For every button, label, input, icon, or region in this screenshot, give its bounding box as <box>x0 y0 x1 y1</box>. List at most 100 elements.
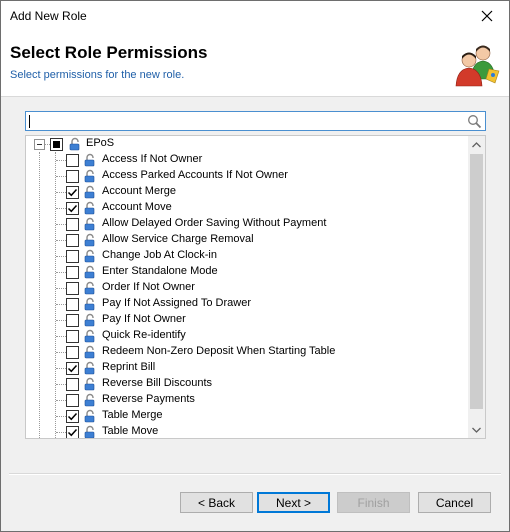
tree-connector <box>56 336 66 337</box>
chevron-up-icon <box>472 141 481 147</box>
permission-checkbox[interactable] <box>66 410 79 423</box>
tree-connector <box>56 288 66 289</box>
permission-checkbox[interactable] <box>66 186 79 199</box>
permission-item[interactable]: Pay If Not Assigned To Drawer <box>56 296 466 312</box>
next-button[interactable]: Next > <box>257 492 330 513</box>
collapse-icon[interactable] <box>34 139 45 150</box>
permission-item[interactable]: Table Merge <box>56 408 466 424</box>
permission-item[interactable]: Redeem Non-Zero Deposit When Starting Ta… <box>56 344 466 360</box>
tree-connector <box>56 400 66 401</box>
lock-icon <box>84 153 95 167</box>
permission-label: Reverse Payments <box>102 393 195 405</box>
permission-item[interactable]: Reverse Bill Discounts <box>56 376 466 392</box>
checkmark-icon <box>67 204 78 213</box>
permission-item[interactable]: Allow Service Charge Removal <box>56 232 466 248</box>
page-subtitle: Select permissions for the new role. <box>10 69 185 81</box>
permission-label: Table Merge <box>102 409 163 421</box>
tree-connector <box>56 416 66 417</box>
permission-search-input[interactable] <box>25 111 486 131</box>
permission-checkbox[interactable] <box>66 266 79 279</box>
permission-item[interactable]: Table Move <box>56 424 466 438</box>
tree-connector <box>56 224 66 225</box>
tree-connector <box>56 176 66 177</box>
permission-checkbox[interactable] <box>66 202 79 215</box>
close-icon <box>481 10 493 22</box>
permission-tree-body: EPoS Access If Not Owner Access Parked Ac… <box>26 136 469 438</box>
permission-item[interactable]: Enter Standalone Mode <box>56 264 466 280</box>
tree-connector <box>56 304 66 305</box>
lock-icon <box>84 377 95 391</box>
permission-checkbox[interactable] <box>66 314 79 327</box>
permission-checkbox[interactable] <box>66 426 79 438</box>
permission-checkbox[interactable] <box>66 234 79 247</box>
tree-connector <box>56 192 66 193</box>
checkmark-icon <box>67 412 78 421</box>
permission-checkbox[interactable] <box>66 250 79 263</box>
tree-connector <box>56 432 66 433</box>
users-role-icon <box>455 45 500 87</box>
permission-label: Access Parked Accounts If Not Owner <box>102 169 288 181</box>
back-button[interactable]: < Back <box>180 492 253 513</box>
tree-root-label: EPoS <box>86 137 115 149</box>
permission-checkbox[interactable] <box>66 298 79 311</box>
tree-connector <box>56 384 66 385</box>
finish-button[interactable]: Finish <box>337 492 410 513</box>
tree-scrollbar[interactable] <box>468 136 485 438</box>
scroll-down-button[interactable] <box>468 421 485 438</box>
permission-item[interactable]: Access If Not Owner <box>56 152 466 168</box>
permission-item[interactable]: Order If Not Owner <box>56 280 466 296</box>
root-checkbox[interactable] <box>50 138 63 151</box>
tree-root-epos[interactable]: EPoS <box>26 136 466 152</box>
permission-checkbox[interactable] <box>66 154 79 167</box>
scroll-thumb[interactable] <box>470 154 483 409</box>
tree-connector <box>39 152 40 438</box>
lock-icon <box>84 185 95 199</box>
permission-item[interactable]: Account Move <box>56 200 466 216</box>
permission-item[interactable]: Change Job At Clock-in <box>56 248 466 264</box>
page-title: Select Role Permissions <box>10 43 208 62</box>
close-button[interactable] <box>465 1 509 31</box>
lock-icon <box>84 297 95 311</box>
permission-item[interactable]: Account Merge <box>56 184 466 200</box>
permission-label: Change Job At Clock-in <box>102 249 217 261</box>
search-icon <box>468 115 482 129</box>
tree-connector <box>56 160 66 161</box>
lock-icon <box>84 329 95 343</box>
scroll-up-button[interactable] <box>468 136 485 153</box>
permission-checkbox[interactable] <box>66 218 79 231</box>
permission-item[interactable]: Quick Re-identify <box>56 328 466 344</box>
permission-checkbox[interactable] <box>66 170 79 183</box>
footer-divider <box>9 473 501 475</box>
permission-label: Allow Delayed Order Saving Without Payme… <box>102 217 327 229</box>
permission-label: Account Move <box>102 201 172 213</box>
tree-connector <box>56 272 66 273</box>
cancel-button[interactable]: Cancel <box>418 492 491 513</box>
permission-item[interactable]: Allow Delayed Order Saving Without Payme… <box>56 216 466 232</box>
permission-label: Pay If Not Owner <box>102 313 186 325</box>
tree-connector <box>56 368 66 369</box>
checkmark-icon <box>67 428 78 437</box>
permission-item[interactable]: Pay If Not Owner <box>56 312 466 328</box>
permission-label: Enter Standalone Mode <box>102 265 218 277</box>
wizard-header: Select Role Permissions Select permissio… <box>1 31 509 97</box>
permission-item[interactable]: Access Parked Accounts If Not Owner <box>56 168 466 184</box>
tree-connector <box>56 240 66 241</box>
permission-checkbox[interactable] <box>66 346 79 359</box>
permission-item[interactable]: Reprint Bill <box>56 360 466 376</box>
permission-label: Reverse Bill Discounts <box>102 377 213 389</box>
permission-checkbox[interactable] <box>66 330 79 343</box>
permission-label: Reprint Bill <box>102 361 156 373</box>
lock-icon <box>84 233 95 247</box>
lock-icon <box>84 409 95 423</box>
permission-item[interactable]: Reverse Payments <box>56 392 466 408</box>
permission-checkbox[interactable] <box>66 282 79 295</box>
permission-checkbox[interactable] <box>66 378 79 391</box>
lock-icon <box>84 201 95 215</box>
lock-icon <box>84 217 95 231</box>
permission-checkbox[interactable] <box>66 362 79 375</box>
chevron-down-icon <box>472 427 481 433</box>
checkmark-icon <box>67 188 78 197</box>
permission-checkbox[interactable] <box>66 394 79 407</box>
permission-label: Account Merge <box>102 185 176 197</box>
lock-icon <box>84 425 95 438</box>
